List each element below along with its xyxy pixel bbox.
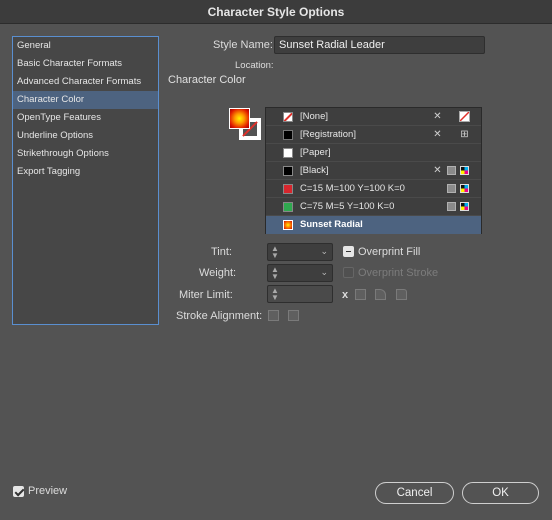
location-label: Location: <box>235 60 274 71</box>
chevron-down-icon[interactable]: ⌄ <box>320 246 328 257</box>
window-title: Character Style Options <box>0 0 552 24</box>
miter-limit-stepper[interactable]: ▲ ▼ <box>267 285 333 303</box>
overprint-fill-checkbox[interactable] <box>343 246 354 257</box>
registration-mode-icon: ⊞ <box>460 129 469 140</box>
swatch-name: [Black] <box>300 165 329 176</box>
tint-stepper[interactable]: ▲ ▼ ⌄ <box>267 243 333 261</box>
overprint-stroke-label: Overprint Stroke <box>358 267 439 279</box>
cmyk-mode-icon <box>460 166 469 175</box>
overprint-fill-label: Overprint Fill <box>358 246 421 258</box>
swatch-row-green[interactable]: C=75 M=5 Y=100 K=0 <box>266 198 481 216</box>
section-title: Character Color <box>168 74 246 86</box>
align-outside-icon[interactable] <box>288 310 299 321</box>
stepper-arrows-icon[interactable]: ▲ ▼ <box>271 287 279 302</box>
swatch-row-sunset-radial[interactable]: Sunset Radial <box>266 216 481 234</box>
swatch-name: [None] <box>300 111 328 122</box>
tint-label: Tint: <box>211 246 232 258</box>
sidebar-item-export-tagging[interactable]: Export Tagging <box>13 163 158 181</box>
ok-button[interactable]: OK <box>462 482 539 504</box>
swatch-row-none[interactable]: [None] ✕ <box>266 108 481 126</box>
no-edit-icon: ✕ <box>433 111 442 122</box>
overprint-stroke-checkbox[interactable] <box>343 267 354 278</box>
none-swatch-icon <box>283 112 293 122</box>
fill-stroke-proxy[interactable] <box>229 108 265 144</box>
swatch-row-registration[interactable]: [Registration] ✕ ⊞ <box>266 126 481 144</box>
sidebar-item-opentype-features[interactable]: OpenType Features <box>13 109 158 127</box>
red-swatch-icon <box>283 184 293 194</box>
bevel-join-icon[interactable] <box>396 289 407 300</box>
no-edit-icon: ✕ <box>433 165 442 176</box>
sidebar-item-underline-options[interactable]: Underline Options <box>13 127 158 145</box>
cancel-button[interactable]: Cancel <box>375 482 454 504</box>
stepper-arrows-icon[interactable]: ▲ ▼ <box>271 266 279 281</box>
swatch-name: [Paper] <box>300 147 331 158</box>
green-swatch-icon <box>283 202 293 212</box>
miter-limit-label: Miter Limit: <box>179 289 233 301</box>
weight-label: Weight: <box>199 267 237 279</box>
preview-checkbox[interactable] <box>13 486 24 497</box>
chevron-down-icon[interactable]: ⌄ <box>320 267 328 278</box>
black-swatch-icon <box>283 166 293 176</box>
swatch-name: Sunset Radial <box>300 219 363 230</box>
style-name-input[interactable] <box>274 36 485 54</box>
round-join-icon[interactable] <box>375 289 386 300</box>
stepper-arrows-icon[interactable]: ▲ ▼ <box>271 245 279 260</box>
sidebar-item-basic-character-formats[interactable]: Basic Character Formats <box>13 55 158 73</box>
gradient-swatch-icon <box>283 220 293 230</box>
swatch-list: [None] ✕ [Registration] ✕ ⊞ [Paper] [Bla… <box>265 107 482 234</box>
process-color-icon <box>447 202 456 211</box>
no-edit-icon: ✕ <box>433 129 442 140</box>
swatch-name: C=15 M=100 Y=100 K=0 <box>300 183 405 194</box>
swatch-row-black[interactable]: [Black] ✕ <box>266 162 481 180</box>
weight-stepper[interactable]: ▲ ▼ ⌄ <box>267 264 333 282</box>
stroke-alignment-label: Stroke Alignment: <box>176 310 263 322</box>
preview-label: Preview <box>28 485 68 497</box>
sidebar-item-general[interactable]: General <box>13 37 158 55</box>
cmyk-mode-icon <box>460 184 469 193</box>
process-color-icon <box>447 184 456 193</box>
style-name-label: Style Name: <box>213 39 273 51</box>
none-mode-icon <box>459 111 470 122</box>
cmyk-mode-icon <box>460 202 469 211</box>
registration-swatch-icon <box>283 130 293 140</box>
fill-swatch-icon[interactable] <box>229 108 250 129</box>
sidebar-item-strikethrough-options[interactable]: Strikethrough Options <box>13 145 158 163</box>
process-color-icon <box>447 166 456 175</box>
swatch-row-red[interactable]: C=15 M=100 Y=100 K=0 <box>266 180 481 198</box>
sidebar-item-character-color[interactable]: Character Color <box>13 91 158 109</box>
miter-join-icon[interactable] <box>355 289 366 300</box>
swatch-name: C=75 M=5 Y=100 K=0 <box>300 201 395 212</box>
swatch-name: [Registration] <box>300 129 356 140</box>
paper-swatch-icon <box>283 148 293 158</box>
align-center-icon[interactable] <box>268 310 279 321</box>
sidebar-item-advanced-character-formats[interactable]: Advanced Character Formats <box>13 73 158 91</box>
miter-x-label: x <box>342 289 349 301</box>
category-list: General Basic Character Formats Advanced… <box>12 36 159 325</box>
swatch-row-paper[interactable]: [Paper] <box>266 144 481 162</box>
